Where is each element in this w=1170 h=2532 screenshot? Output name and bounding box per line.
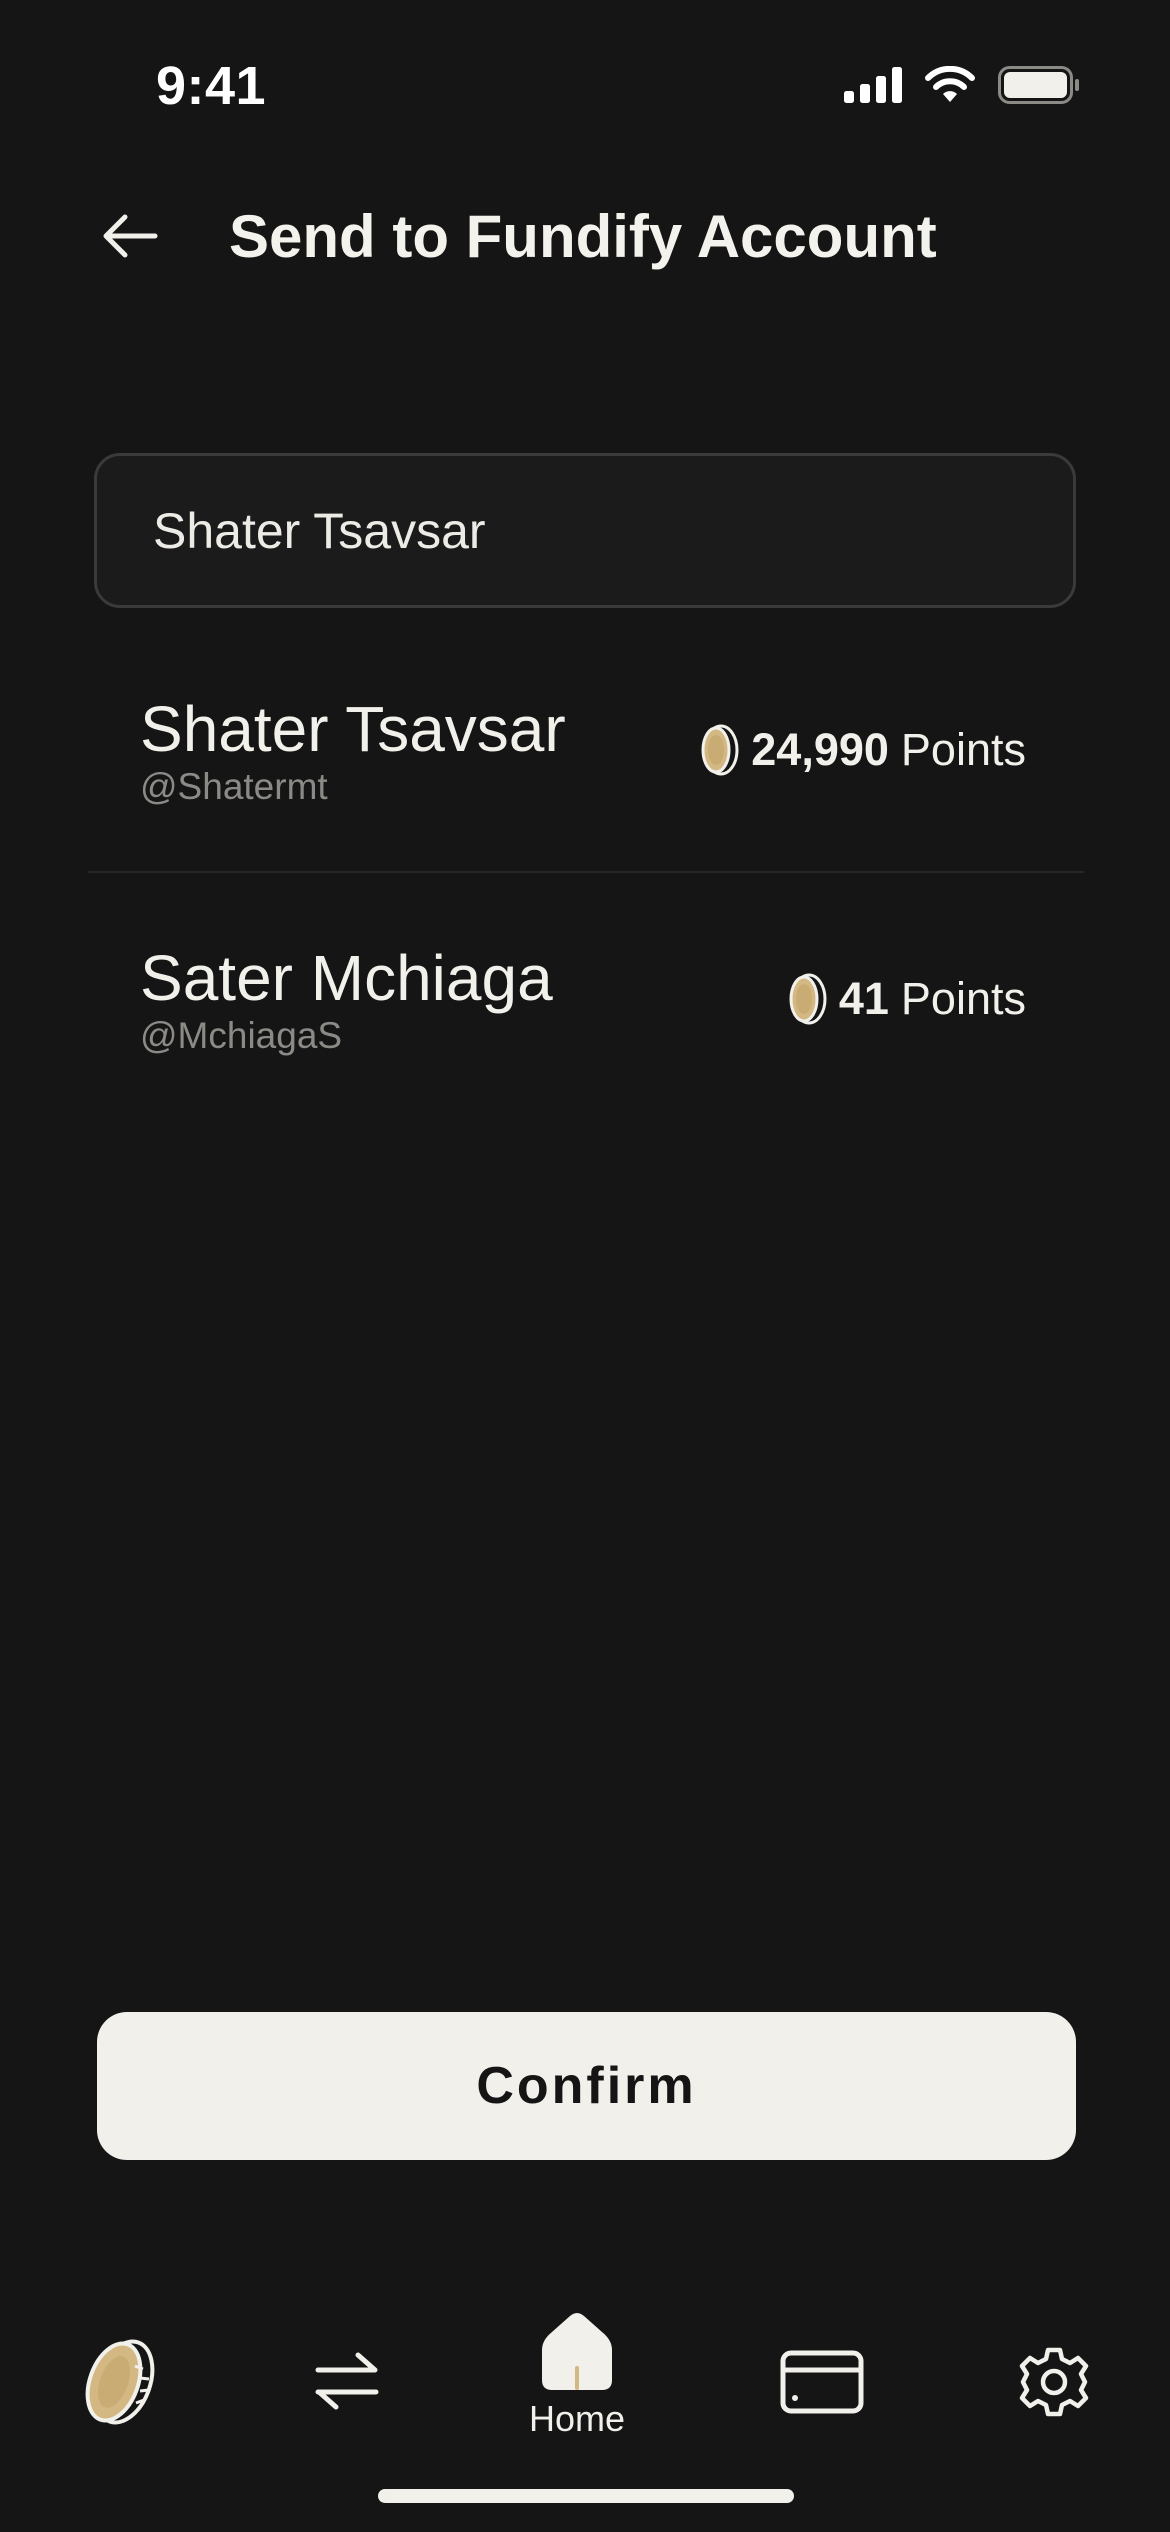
result-item-sater-mchiaga[interactable]: Sater Mchiaga @MchiagaS 41 Points	[88, 903, 1082, 1123]
transfer-arrows-icon	[315, 2352, 379, 2410]
home-icon	[542, 2313, 613, 2390]
cellular-signal-icon	[844, 67, 902, 103]
result-name: Sater Mchiaga	[140, 942, 553, 1014]
battery-icon	[998, 66, 1079, 104]
result-handle: @MchiagaS	[140, 1015, 343, 1056]
nav-home-label: Home	[529, 2398, 626, 2439]
nav-item-cards[interactable]	[780, 2350, 864, 2414]
nav-item-settings[interactable]	[1018, 2346, 1090, 2418]
wifi-icon	[925, 66, 975, 102]
status-icons	[844, 66, 1080, 104]
points-value: 24,990	[751, 724, 889, 775]
arrow-left-icon	[103, 214, 158, 258]
page-title: Send to Fundify Account	[229, 203, 937, 270]
coin-icon	[85, 2339, 155, 2425]
coin-icon	[701, 724, 739, 776]
nav-item-home[interactable]: Home	[529, 2310, 625, 2440]
search-input[interactable]	[153, 456, 1033, 605]
result-handle: @Shatermt	[140, 766, 328, 807]
screen: 9:41 Send to Fundify Account Shater Tsav…	[0, 0, 1170, 2532]
back-button[interactable]	[90, 196, 170, 276]
points-unit: Points	[900, 973, 1026, 1024]
points-value: 41	[838, 973, 889, 1024]
confirm-button[interactable]: Confirm	[97, 2012, 1076, 2160]
card-icon	[780, 2350, 864, 2414]
nav-item-coins[interactable]	[80, 2336, 156, 2428]
bottom-nav: Home	[0, 2300, 1170, 2460]
result-name: Shater Tsavsar	[140, 693, 566, 765]
search-field[interactable]	[94, 453, 1076, 608]
result-item-shater-tsavsar[interactable]: Shater Tsavsar @Shatermt 24,990 Points	[88, 654, 1082, 874]
divider	[88, 871, 1084, 873]
coin-icon	[789, 973, 827, 1025]
gear-icon	[1019, 2347, 1089, 2417]
status-time: 9:41	[156, 56, 267, 116]
home-indicator	[378, 2489, 794, 2503]
nav-item-transfer[interactable]	[314, 2350, 380, 2412]
result-points: 24,990 Points	[699, 724, 1026, 776]
status-bar: 9:41	[0, 0, 1170, 160]
result-points: 41 Points	[787, 973, 1026, 1025]
points-unit: Points	[900, 724, 1026, 775]
